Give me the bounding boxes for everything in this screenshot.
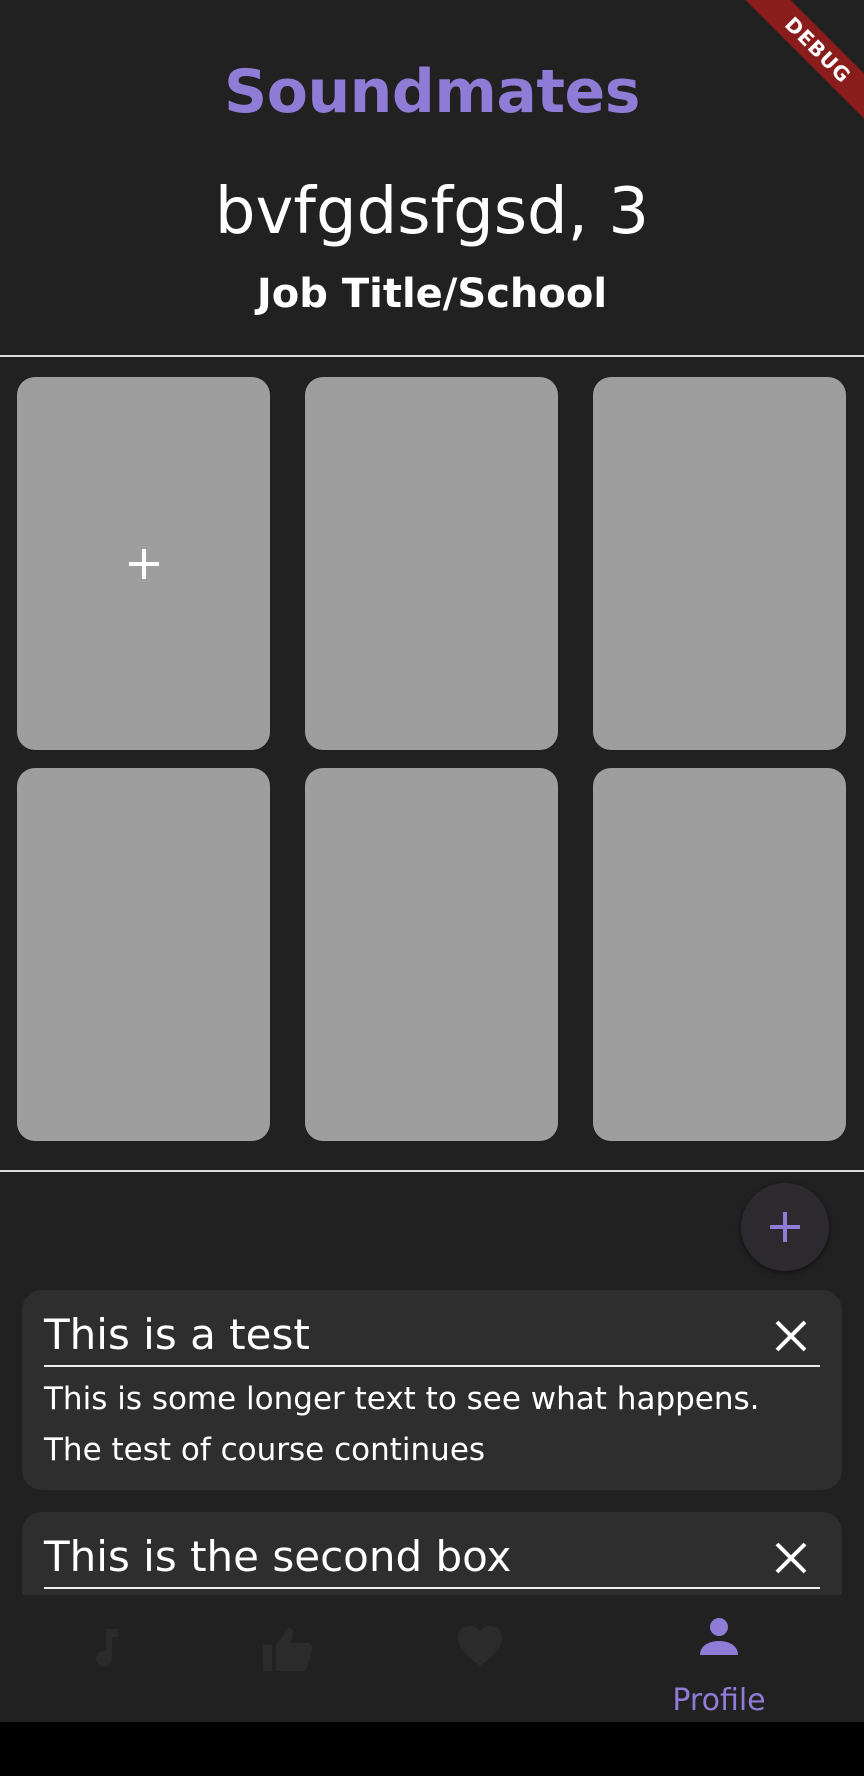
photo-slot-3[interactable] xyxy=(593,377,846,750)
photo-slot-5[interactable] xyxy=(305,768,558,1141)
profile-name-age: bvfgdsfgsd, 3 xyxy=(214,175,650,249)
prompt-title[interactable]: This is the second box xyxy=(44,1530,511,1584)
profile-job: Job Title/School xyxy=(256,271,608,317)
bottom-nav: Profile xyxy=(0,1595,864,1722)
close-icon[interactable] xyxy=(766,1311,816,1361)
prompt-title-underline xyxy=(44,1587,820,1589)
close-icon[interactable] xyxy=(766,1533,816,1583)
plus-icon xyxy=(770,1212,800,1242)
nav-item-profile[interactable]: Profile xyxy=(611,1595,827,1722)
debug-banner-label: DEBUG xyxy=(735,0,864,133)
photo-slot-2[interactable] xyxy=(305,377,558,750)
prompt-title[interactable]: This is a test xyxy=(44,1308,310,1362)
add-prompt-button[interactable] xyxy=(741,1183,829,1271)
nav-item-matches[interactable] xyxy=(372,1595,588,1722)
music-note-icon xyxy=(96,1629,118,1667)
plus-icon xyxy=(17,377,270,750)
photo-slot-6[interactable] xyxy=(593,768,846,1141)
prompt-card: This is a test This is some longer text … xyxy=(22,1290,842,1490)
debug-banner: DEBUG xyxy=(724,0,864,140)
person-icon xyxy=(700,1618,738,1655)
nav-label-profile: Profile xyxy=(672,1683,766,1718)
thumbs-up-icon xyxy=(263,1628,313,1671)
prompt-body[interactable]: This is some longer text to see what hap… xyxy=(44,1374,824,1476)
photo-slot-1[interactable] xyxy=(17,377,270,750)
divider-top xyxy=(0,355,864,357)
nav-item-likes[interactable] xyxy=(180,1595,396,1722)
prompt-title-underline xyxy=(44,1365,820,1367)
divider-bottom xyxy=(0,1170,864,1172)
photo-slot-4[interactable] xyxy=(17,768,270,1141)
heart-icon xyxy=(458,1626,502,1667)
app-screen: Soundmates bvfgdsfgsd, 3 Job Title/Schoo… xyxy=(0,0,864,1722)
